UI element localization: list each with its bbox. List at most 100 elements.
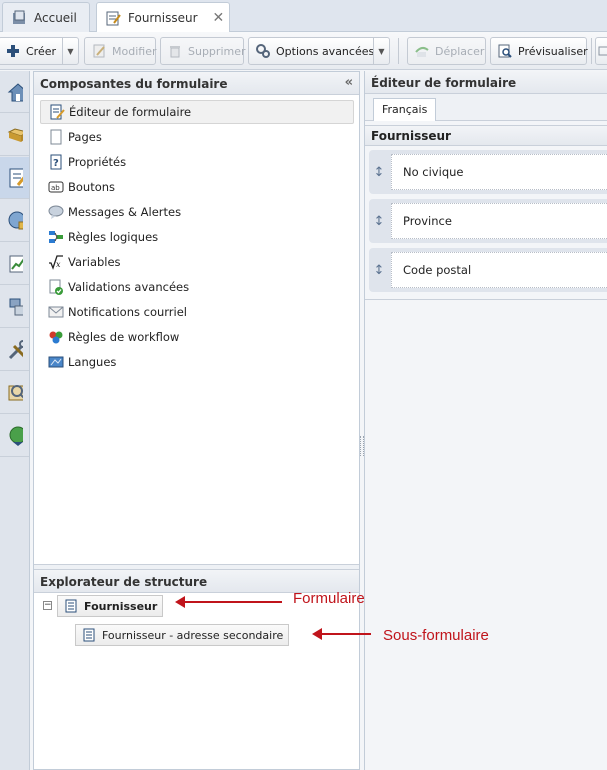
rail-security[interactable] — [0, 200, 29, 242]
menu-item-label: Propriétés — [68, 155, 127, 169]
annotation-arrow-subform — [312, 628, 371, 640]
menu-item-label: Messages & Alertes — [68, 205, 182, 219]
form-tab-icon — [105, 10, 121, 26]
menu-item-label: Notifications courriel — [68, 305, 187, 319]
edit-button[interactable]: Modifier — [84, 37, 156, 65]
menu-item-buttons[interactable]: ab Boutons — [40, 175, 354, 199]
tab-label: Fournisseur — [128, 11, 198, 25]
form-field[interactable]: ↕ No civique — [369, 150, 607, 194]
tree-node-label: Fournisseur - adresse secondaire — [102, 628, 284, 642]
trash-icon — [167, 43, 183, 59]
menu-item-languages[interactable]: Langues — [40, 350, 354, 374]
validations-icon — [48, 279, 64, 295]
menu-item-label: Règles logiques — [68, 230, 159, 244]
form-components-header: Composantes du formulaire « — [34, 72, 359, 95]
pages-icon — [48, 129, 64, 145]
globe-icon — [7, 426, 23, 446]
rail-search[interactable] — [0, 372, 29, 414]
rail-web[interactable] — [0, 415, 29, 457]
toolbar-divider — [398, 38, 399, 64]
more-button[interactable] — [595, 37, 607, 65]
menu-item-email-notifications[interactable]: Notifications courriel — [40, 300, 354, 324]
tab-bar: Accueil Fournisseur ✕ — [0, 0, 607, 33]
drag-handle-icon[interactable]: ↕ — [369, 199, 389, 243]
preview-label: Prévisualiser — [518, 44, 588, 58]
svg-text:ab: ab — [51, 184, 60, 192]
menu-item-pages[interactable]: Pages — [40, 125, 354, 149]
gears-icon — [255, 43, 271, 59]
tab-label: Accueil — [34, 10, 77, 25]
more-icon — [596, 43, 607, 59]
tree-node-subform[interactable]: Fournisseur - adresse secondaire — [75, 624, 290, 646]
rail-reports[interactable] — [0, 243, 29, 285]
preview-button[interactable]: Prévisualiser — [490, 37, 588, 65]
tab-fournisseur[interactable]: Fournisseur ✕ — [96, 2, 230, 33]
chart-icon — [7, 255, 23, 272]
tab-accueil[interactable]: Accueil — [2, 2, 90, 32]
edit-icon — [91, 43, 107, 59]
form-node-icon — [63, 598, 79, 614]
menu-item-label: Éditeur de formulaire — [69, 105, 192, 119]
languages-icon — [48, 354, 64, 370]
menu-item-form-editor[interactable]: Éditeur de formulaire — [40, 100, 354, 124]
advanced-options-label: Options avancées — [276, 44, 375, 58]
tab-french[interactable]: Français — [373, 98, 437, 121]
close-icon[interactable]: ✕ — [213, 10, 225, 26]
annotation-arrow-form — [175, 596, 282, 608]
menu-item-workflow-rules[interactable]: Règles de workflow — [40, 325, 354, 349]
form-editor-header: Éditeur de formulaire — [365, 71, 607, 94]
server-icon — [7, 298, 23, 315]
menu-item-label: Règles de workflow — [68, 330, 180, 344]
field-label: Code postal — [391, 252, 607, 288]
home-icon — [7, 82, 23, 101]
annotation-form: Formulaire — [293, 590, 365, 607]
move-button[interactable]: Déplacer — [407, 37, 486, 65]
menu-item-properties[interactable]: ? Propriétés — [40, 150, 354, 174]
tree-node-form[interactable]: Fournisseur — [57, 595, 164, 617]
annotation-subform: Sous-formulaire — [383, 627, 489, 644]
divider — [365, 299, 607, 300]
toolbar: Créer ▼ Modifier Supprimer Options avanc… — [0, 32, 607, 70]
menu-item-logic-rules[interactable]: Règles logiques — [40, 225, 354, 249]
folder-icon — [7, 127, 23, 143]
menu-item-messages[interactable]: Messages & Alertes — [40, 200, 354, 224]
create-label: Créer — [26, 44, 57, 58]
drag-handle-icon[interactable]: ↕ — [369, 248, 389, 292]
drag-handle-icon[interactable]: ↕ — [369, 150, 389, 194]
create-button[interactable]: Créer ▼ — [0, 37, 79, 65]
plus-icon — [5, 43, 21, 59]
rail-documents[interactable] — [0, 114, 29, 156]
form-field[interactable]: ↕ Code postal — [369, 248, 607, 292]
module-rail — [0, 71, 30, 770]
form-editor-icon — [49, 104, 65, 120]
globe-lock-icon — [7, 211, 23, 229]
variables-icon: x — [48, 254, 64, 270]
menu-item-label: Variables — [68, 255, 121, 269]
rail-servers[interactable] — [0, 286, 29, 328]
messages-icon — [48, 204, 64, 220]
logic-rules-icon — [48, 229, 64, 245]
properties-icon: ? — [48, 154, 64, 170]
menu-item-label: Boutons — [68, 180, 116, 194]
form-field[interactable]: ↕ Province — [369, 199, 607, 243]
advanced-options-button[interactable]: Options avancées ▼ — [248, 37, 390, 65]
form-edit-icon — [7, 168, 23, 187]
vertical-splitter[interactable] — [360, 436, 364, 456]
panel-title: Composantes du formulaire — [40, 77, 228, 91]
rail-tools[interactable] — [0, 329, 29, 371]
collapse-icon[interactable]: « — [345, 75, 353, 90]
buttons-icon: ab — [48, 179, 64, 195]
magnifier-icon — [7, 384, 23, 401]
chevron-down-icon[interactable]: ▼ — [62, 38, 78, 64]
menu-item-validations[interactable]: Validations avancées — [40, 275, 354, 299]
rail-home[interactable] — [0, 71, 29, 113]
panel-title: Éditeur de formulaire — [371, 76, 517, 90]
workflow-icon — [48, 329, 64, 345]
menu-item-label: Validations avancées — [68, 280, 190, 294]
language-tabs: Français — [365, 94, 607, 121]
delete-button[interactable]: Supprimer — [160, 37, 246, 65]
menu-item-variables[interactable]: x Variables — [40, 250, 354, 274]
rail-forms[interactable] — [0, 157, 29, 199]
chevron-down-icon[interactable]: ▼ — [373, 38, 389, 64]
collapse-node-icon[interactable]: − — [43, 601, 52, 610]
